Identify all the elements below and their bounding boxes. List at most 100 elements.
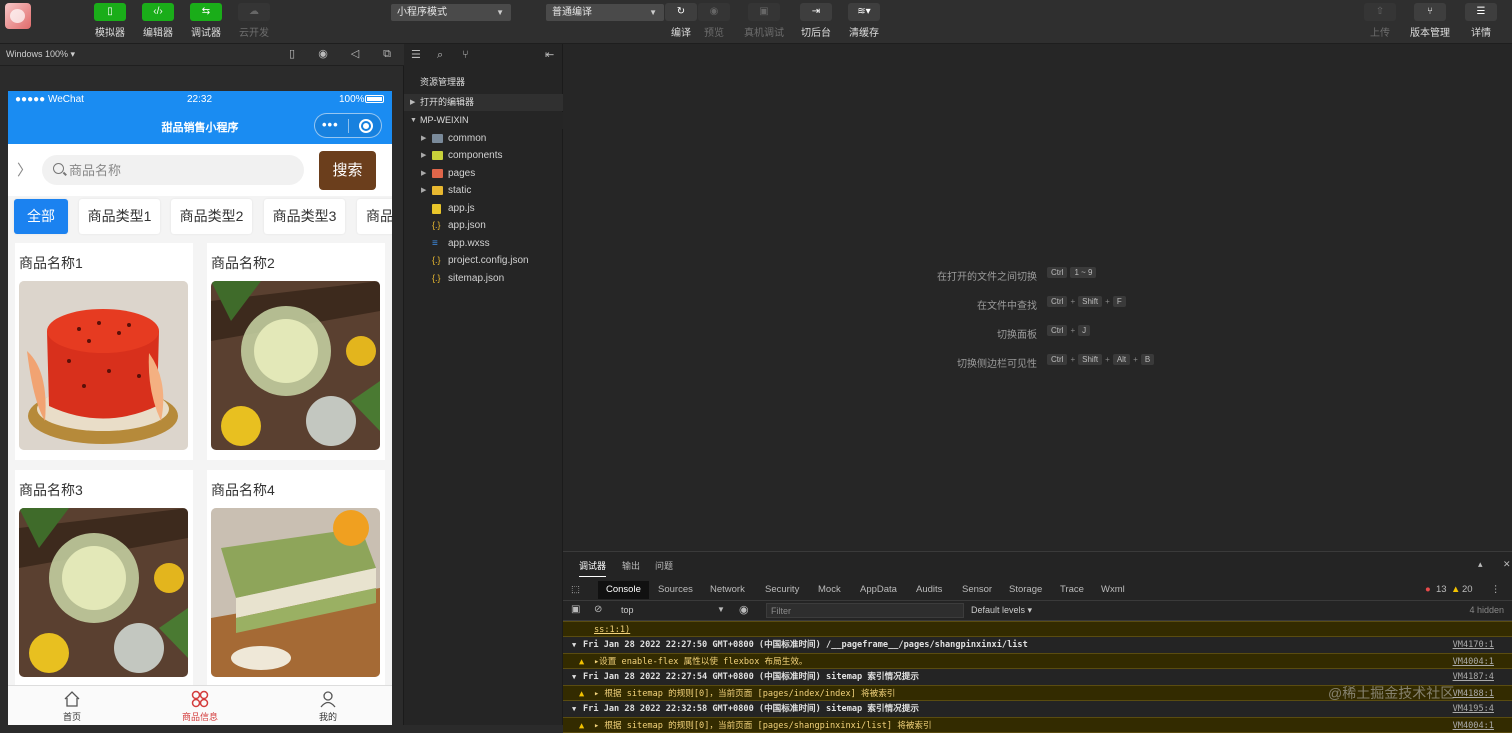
preview-button[interactable]: ◉ 预览 xyxy=(697,3,731,39)
search-icon[interactable]: ⌕ xyxy=(437,49,449,61)
error-count[interactable]: 13 xyxy=(1436,584,1447,595)
close-icon[interactable]: ✕ xyxy=(1503,559,1511,570)
zoom-select[interactable]: Windows 100% ▾ xyxy=(6,49,75,60)
more-icon[interactable]: ••• xyxy=(322,117,339,132)
context-select[interactable]: top xyxy=(621,605,634,615)
category-item[interactable]: 商品类型2 xyxy=(171,199,252,234)
product-image xyxy=(211,281,380,450)
close-circle-icon[interactable] xyxy=(359,119,373,133)
real-device-debug-button[interactable]: ▣ 真机调试 xyxy=(744,3,784,39)
tab-wxml[interactable]: Wxml xyxy=(1101,584,1125,595)
log-group[interactable]: ▼ Fri Jan 28 2022 22:27:50 GMT+0800 (中国标准… xyxy=(563,637,1512,653)
console-panel-tabs: ⬚ Console Sources Network Security Mock … xyxy=(563,577,1512,601)
tree-file-sitemap[interactable]: {.} sitemap.json xyxy=(404,270,563,287)
source-link[interactable]: VM4004:1 xyxy=(1453,718,1494,732)
tree-file-appjs[interactable]: app.js xyxy=(404,200,563,217)
tree-folder-components[interactable]: ▶ components xyxy=(404,147,563,164)
inspect-icon[interactable]: ⬚ xyxy=(571,584,580,595)
device-icon[interactable]: ▯ xyxy=(286,48,298,60)
error-icon: ● xyxy=(1425,584,1431,595)
files-icon[interactable]: ☰ xyxy=(411,49,423,61)
debugger-button[interactable]: ⇆ 调试器 xyxy=(189,3,223,39)
tab-network[interactable]: Network xyxy=(710,584,745,595)
tree-folder-static[interactable]: ▶ static xyxy=(404,182,563,199)
volume-icon[interactable]: ◁ xyxy=(349,48,361,60)
git-branch-icon[interactable]: ⑂ xyxy=(462,49,474,61)
clear-cache-button[interactable]: ≋▾ 清缓存 xyxy=(847,3,881,39)
open-editors-section[interactable]: ▶ 打开的编辑器 xyxy=(404,94,563,111)
cloud-icon: ☁ xyxy=(238,3,270,21)
details-button[interactable]: ☰ 详情 xyxy=(1464,3,1498,39)
search-box[interactable] xyxy=(42,155,304,185)
tab-security[interactable]: Security xyxy=(765,584,799,595)
eye-icon[interactable]: ◉ xyxy=(739,603,749,616)
tab-console[interactable]: Console xyxy=(598,581,649,599)
product-card[interactable]: 商品名称1 xyxy=(15,243,193,460)
product-card[interactable]: 商品名称3 xyxy=(15,470,193,687)
tab-sources[interactable]: Sources xyxy=(658,584,693,595)
log-levels-select[interactable]: Default levels ▾ xyxy=(971,605,1032,616)
upload-button[interactable]: ⇧ 上传 xyxy=(1363,3,1397,39)
background-button[interactable]: ⇥ 切后台 xyxy=(799,3,833,39)
product-card[interactable]: 商品名称4 xyxy=(207,470,385,687)
search-input[interactable] xyxy=(69,159,289,181)
category-all[interactable]: 全部 xyxy=(14,199,68,234)
log-warning[interactable]: ▲ ▸设置 enable-flex 属性以使 flexbox 布局生效。 VM400… xyxy=(563,653,1512,669)
tab-problems[interactable]: 问题 xyxy=(655,559,673,572)
phone-icon: ▯ xyxy=(94,3,126,21)
tab-sensor[interactable]: Sensor xyxy=(962,584,992,595)
tab-output[interactable]: 输出 xyxy=(622,559,640,572)
record-icon[interactable]: ◉ xyxy=(317,48,329,60)
source-link[interactable]: VM4187:4 xyxy=(1453,669,1494,685)
warning-count[interactable]: 20 xyxy=(1462,584,1473,595)
menu-capsule[interactable]: ••• xyxy=(314,113,382,138)
sidebar-toggle-icon[interactable]: ▣ xyxy=(571,604,580,615)
source-link[interactable]: VM4170:1 xyxy=(1453,637,1494,653)
chevron-right-icon[interactable]: 〉 xyxy=(17,159,32,180)
tab-appdata[interactable]: AppData xyxy=(860,584,897,595)
tree-folder-common[interactable]: ▶ common xyxy=(404,130,563,147)
simulator-button[interactable]: ▯ 模拟器 xyxy=(93,3,127,39)
product-card[interactable]: 商品名称2 xyxy=(207,243,385,460)
collapse-panel-icon[interactable]: ⇤ xyxy=(545,49,557,61)
chevron-down-icon: ▼ xyxy=(572,641,577,649)
source-link[interactable]: VM4004:1 xyxy=(1453,654,1494,668)
compile-mode-select[interactable]: 普通编译 ▼ xyxy=(546,4,664,21)
tab-products[interactable]: 商品信息 xyxy=(160,690,240,723)
tree-file-appjson[interactable]: {.} app.json xyxy=(404,217,563,234)
tab-mock[interactable]: Mock xyxy=(818,584,841,595)
chevron-up-icon[interactable]: ▴ xyxy=(1478,559,1483,570)
log-warning[interactable]: ▲ ▸ 根据 sitemap 的规则[0]，当前页面 [pages/shangpi… xyxy=(563,717,1512,733)
tab-mine[interactable]: 我的 xyxy=(288,690,368,723)
tab-audits[interactable]: Audits xyxy=(916,584,942,595)
tree-file-projectconfig[interactable]: {.} project.config.json xyxy=(404,252,563,269)
tab-trace[interactable]: Trace xyxy=(1060,584,1084,595)
mode-select[interactable]: 小程序模式 ▼ xyxy=(391,4,511,21)
tab-debugger[interactable]: 调试器 xyxy=(579,559,607,577)
search-button[interactable]: 搜索 xyxy=(319,151,376,190)
tab-storage[interactable]: Storage xyxy=(1009,584,1042,595)
console-filter-input[interactable] xyxy=(766,603,964,618)
chevron-right-icon: ▶ xyxy=(421,152,427,159)
log-group[interactable]: ▼ Fri Jan 28 2022 22:32:58 GMT+0800 (中国标准… xyxy=(563,701,1512,717)
category-item[interactable]: 商品 xyxy=(357,199,392,234)
warning-icon: ▲ xyxy=(1451,584,1461,595)
source-link[interactable]: VM4188:1 xyxy=(1453,686,1494,700)
tab-home[interactable]: 首页 xyxy=(32,690,112,723)
editor-button[interactable]: ‹/› 编辑器 xyxy=(141,3,175,39)
app-avatar[interactable] xyxy=(5,3,31,29)
product-name: 商品名称2 xyxy=(211,255,275,271)
more-vert-icon[interactable]: ⋮ xyxy=(1491,584,1501,595)
category-item[interactable]: 商品类型1 xyxy=(79,199,160,234)
project-section[interactable]: ▼ MP-WEIXIN xyxy=(404,112,563,129)
tree-file-appwxss[interactable]: ≡ app.wxss xyxy=(404,235,563,252)
clear-console-icon[interactable]: ⊘ xyxy=(594,604,602,615)
source-link[interactable]: VM4195:4 xyxy=(1453,701,1494,717)
cloud-button[interactable]: ☁ 云开发 xyxy=(237,3,271,39)
popout-icon[interactable]: ⧉ xyxy=(381,48,393,60)
version-button[interactable]: ⑂ 版本管理 xyxy=(1410,3,1450,39)
watermark: @稀土掘金技术社区 xyxy=(1328,685,1455,701)
tree-folder-pages[interactable]: ▶ pages xyxy=(404,165,563,182)
user-icon xyxy=(320,691,336,708)
category-item[interactable]: 商品类型3 xyxy=(264,199,345,234)
